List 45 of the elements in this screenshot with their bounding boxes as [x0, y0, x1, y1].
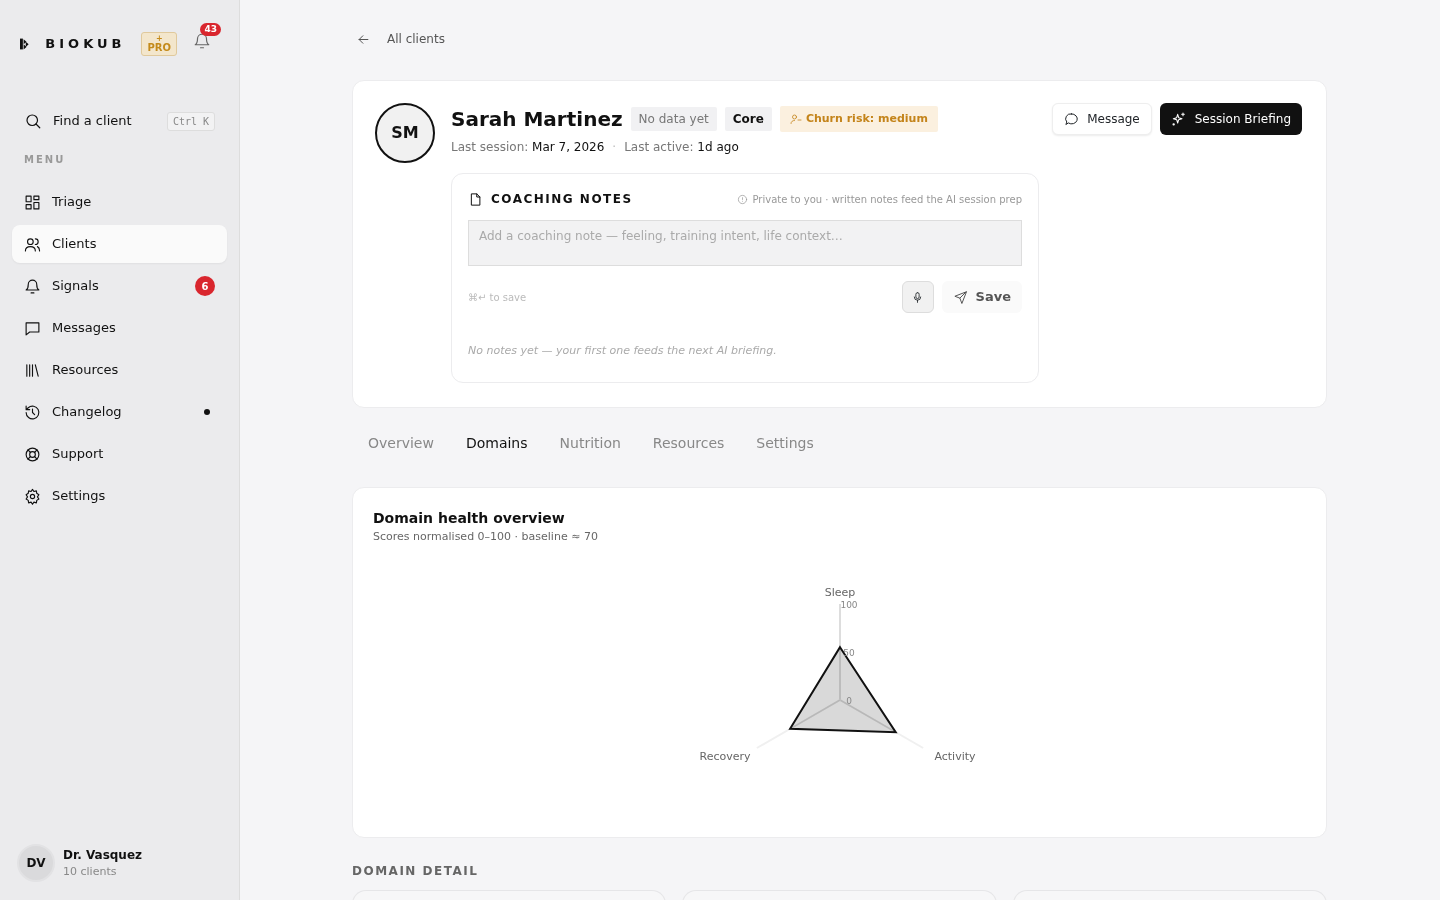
meta-text: Last session: Mar 7, 2026: [451, 139, 605, 156]
sidebar-item[interactable]: Signals 6: [12, 267, 227, 305]
scale-label: 100: [839, 600, 858, 610]
plan-badge: + PRO: [141, 32, 177, 56]
menu-heading: MENU: [23, 153, 67, 167]
notes-title: COACHING NOTES: [491, 191, 633, 208]
client-avatar: SM: [375, 103, 435, 163]
sidebar-item[interactable]: Clients: [12, 225, 227, 263]
shortcut-hint: ⌘↵ to save: [468, 290, 527, 305]
shortcut-hint: Ctrl K: [166, 111, 215, 131]
note-input[interactable]: Add a coaching note — feeling, training intent, life context…: [468, 220, 1022, 266]
brand-name: BIOKUB: [45, 35, 126, 54]
briefing-button[interactable]: Session Briefing: [1159, 103, 1302, 135]
sidebar-item[interactable]: Changelog: [12, 393, 227, 431]
tab[interactable]: Domains: [449, 432, 544, 454]
separator-dot: ·: [612, 139, 617, 156]
plan-tag: Core: [724, 107, 772, 131]
user-avatar: DV: [17, 844, 55, 882]
scale-label: 0: [845, 696, 852, 706]
empty-notes-text: No notes yet — your first one feeds the next AI briefing.: [468, 343, 778, 359]
user-name: Dr. Vasquez: [63, 846, 143, 864]
risk-tag: Churn risk: medium: [779, 105, 938, 133]
chart-subtitle: Scores normalised 0–100 · baseline ≈ 70: [373, 528, 599, 545]
axis-label: Sleep: [824, 586, 855, 599]
privacy-note: Private to you · written notes feed the AI session prep: [737, 191, 1022, 207]
sidebar-item[interactable]: Settings: [12, 477, 227, 515]
back-link[interactable]: All clients: [356, 30, 445, 48]
count-badge: 6: [195, 276, 215, 296]
notification-count: 43: [200, 23, 221, 37]
axis-label: Activity: [933, 750, 976, 763]
sidebar-item[interactable]: Messages: [12, 309, 227, 347]
save-button[interactable]: Save: [941, 281, 1022, 313]
meta-text: Last active: 1d ago: [624, 139, 739, 156]
axis-label: Recovery: [699, 750, 750, 763]
sidebar-item[interactable]: Resources: [12, 351, 227, 389]
section-heading: DOMAIN DETAIL: [352, 862, 480, 880]
chart-title: Domain health overview: [373, 508, 566, 528]
sidebar-item[interactable]: Triage: [12, 183, 227, 221]
find-client-button[interactable]: Find a client Ctrl K: [12, 102, 227, 140]
client-name: Sarah Martinez: [451, 106, 623, 133]
status-tag: No data yet: [630, 107, 717, 131]
sidebar-item[interactable]: Support: [12, 435, 227, 473]
user-detail: 10 clients: [63, 863, 118, 880]
scale-label: 50: [842, 648, 855, 658]
message-button[interactable]: Message: [1052, 103, 1152, 135]
